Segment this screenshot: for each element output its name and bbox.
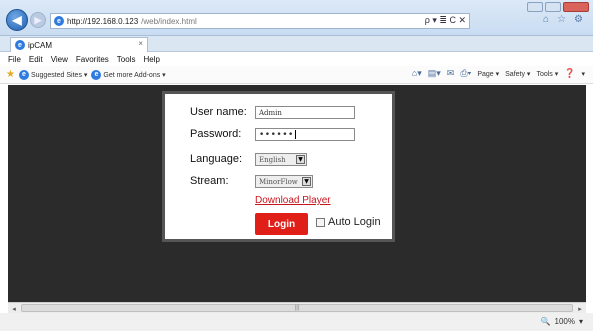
favorites-star-icon[interactable]: ★ bbox=[6, 69, 15, 80]
safety-menu[interactable]: Safety ▾ bbox=[505, 70, 530, 78]
stream-label: Stream: bbox=[190, 175, 229, 187]
menu-favorites[interactable]: Favorites bbox=[76, 55, 109, 64]
username-value: Admin bbox=[259, 108, 282, 117]
url-host: http://192.168.0.123 bbox=[67, 16, 139, 26]
favorites-bar: ★ e Suggested Sites ▾ e Get more Add-ons… bbox=[0, 66, 593, 84]
chevron-down-icon[interactable]: ▼ bbox=[302, 177, 311, 186]
home-icon[interactable]: ⌂ bbox=[543, 14, 549, 25]
get-addons-label: Get more Add-ons ▾ bbox=[103, 71, 166, 79]
tab-close-icon[interactable]: × bbox=[138, 39, 143, 48]
tab-bar: e ipCAM × bbox=[0, 36, 593, 52]
maximize-button[interactable] bbox=[545, 2, 561, 12]
password-input[interactable]: •••••• bbox=[255, 128, 355, 141]
tab-title: ipCAM bbox=[28, 40, 53, 50]
page-content: User name: Admin Password: •••••• Langua… bbox=[8, 85, 586, 302]
suggested-sites-icon: e bbox=[18, 69, 29, 80]
language-value: English bbox=[259, 155, 286, 164]
zoom-dropdown-arrow[interactable]: ▾ bbox=[579, 317, 583, 326]
tools-menu[interactable]: Tools ▾ bbox=[536, 70, 558, 78]
menu-tools[interactable]: Tools bbox=[117, 55, 136, 64]
address-bar[interactable]: e http://192.168.0.123/web/index.html ρ … bbox=[50, 13, 470, 29]
auto-login-label: Auto Login bbox=[328, 216, 381, 228]
text-cursor bbox=[294, 130, 296, 139]
page-menu[interactable]: Page ▾ bbox=[477, 70, 499, 78]
stream-select[interactable]: MinorFlow ▼ bbox=[255, 175, 313, 188]
window-controls bbox=[527, 2, 589, 12]
url-path: /web/index.html bbox=[141, 16, 197, 26]
status-bar: 🔍 100% ▾ bbox=[0, 313, 593, 331]
address-tools[interactable]: ρ ▾ ≣ C ✕ bbox=[425, 15, 466, 26]
zoom-level: 100% bbox=[554, 317, 575, 326]
forward-button[interactable]: ▶ bbox=[30, 12, 46, 28]
right-icons: ⌂ ☆ ⚙ bbox=[543, 14, 583, 25]
menu-view[interactable]: View bbox=[51, 55, 68, 64]
username-input[interactable]: Admin bbox=[255, 106, 355, 119]
language-label: Language: bbox=[190, 153, 242, 165]
back-button[interactable]: ◀ bbox=[6, 9, 28, 31]
feeds-icon[interactable]: ▤▾ bbox=[428, 68, 441, 79]
help-icon[interactable]: ❓ bbox=[564, 68, 575, 79]
menu-file[interactable]: File bbox=[8, 55, 21, 64]
scroll-thumb[interactable]: ||| bbox=[21, 304, 573, 312]
address-tools-label[interactable]: ρ ▾ ≣ C ✕ bbox=[425, 15, 466, 26]
password-label: Password: bbox=[190, 128, 242, 140]
browser-toolbar: ◀ ▶ e http://192.168.0.123/web/index.htm… bbox=[0, 0, 593, 36]
horizontal-scrollbar[interactable]: ◂ ||| ▸ bbox=[8, 302, 586, 313]
zoom-control[interactable]: 🔍 100% ▾ bbox=[541, 317, 583, 326]
zoom-icon: 🔍 bbox=[540, 317, 551, 326]
back-arrow-icon: ◀ bbox=[12, 13, 22, 27]
grip-icon: ||| bbox=[294, 305, 300, 311]
scroll-right-icon[interactable]: ▸ bbox=[575, 304, 585, 313]
tab-ipcam[interactable]: e ipCAM × bbox=[10, 37, 148, 52]
chevron-down-icon[interactable]: ▼ bbox=[296, 155, 305, 164]
ie-icon: e bbox=[54, 16, 64, 26]
favorites-star-icon[interactable]: ☆ bbox=[557, 14, 566, 25]
scroll-left-icon[interactable]: ◂ bbox=[9, 304, 19, 313]
language-select[interactable]: English ▼ bbox=[255, 153, 307, 166]
suggested-sites-label: Suggested Sites ▾ bbox=[30, 71, 88, 79]
home-command-icon[interactable]: ⌂▾ bbox=[412, 68, 422, 79]
forward-arrow-icon: ▶ bbox=[34, 14, 42, 25]
help-menu-arrow[interactable]: ▾ bbox=[581, 70, 585, 78]
download-player-link[interactable]: Download Player bbox=[255, 195, 331, 206]
password-value: •••••• bbox=[259, 129, 294, 140]
menu-help[interactable]: Help bbox=[143, 55, 159, 64]
auto-login-checkbox[interactable] bbox=[316, 217, 325, 227]
username-label: User name: bbox=[190, 106, 247, 118]
mail-icon[interactable]: ✉ bbox=[447, 68, 455, 79]
auto-login[interactable]: Auto Login bbox=[316, 216, 381, 228]
login-panel: User name: Admin Password: •••••• Langua… bbox=[162, 91, 395, 242]
menu-bar: File Edit View Favorites Tools Help bbox=[0, 52, 593, 66]
minimize-button[interactable] bbox=[527, 2, 543, 12]
close-window-button[interactable] bbox=[563, 2, 589, 12]
stream-value: MinorFlow bbox=[259, 177, 298, 186]
login-button[interactable]: Login bbox=[255, 213, 308, 235]
command-bar: ⌂▾ ▤▾ ✉ ⎙▾ Page ▾ Safety ▾ Tools ▾ ❓ ▾ bbox=[412, 68, 585, 79]
menu-edit[interactable]: Edit bbox=[29, 55, 43, 64]
get-addons-icon: e bbox=[91, 69, 102, 80]
suggested-sites[interactable]: e Suggested Sites ▾ bbox=[18, 69, 88, 80]
print-icon[interactable]: ⎙▾ bbox=[460, 68, 471, 79]
gear-icon[interactable]: ⚙ bbox=[574, 14, 583, 25]
get-addons[interactable]: e Get more Add-ons ▾ bbox=[91, 69, 166, 80]
tab-ie-icon: e bbox=[15, 40, 25, 50]
